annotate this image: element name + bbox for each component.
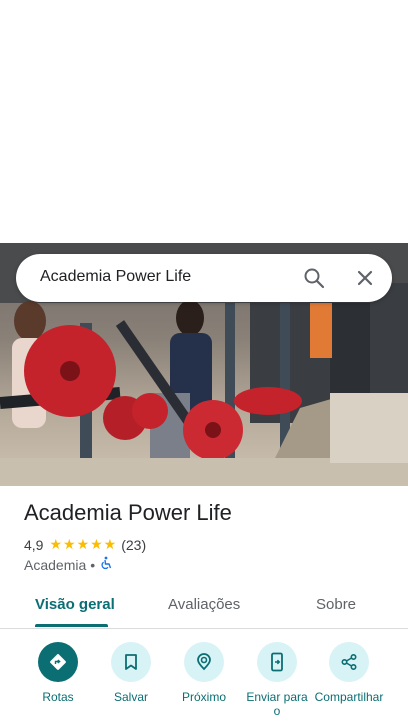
search-icon[interactable] [302, 266, 326, 290]
send-to-phone-icon [257, 642, 297, 682]
bookmark-icon [111, 642, 151, 682]
map-blank-area [0, 0, 408, 243]
search-input[interactable]: Academia Power Life [40, 268, 191, 286]
close-icon[interactable] [353, 266, 377, 290]
nearby-icon [184, 642, 224, 682]
nearby-button[interactable]: Próximo [164, 642, 244, 704]
nearby-label: Próximo [181, 690, 226, 704]
separator: • [90, 556, 96, 573]
tab-reviews[interactable]: Avaliações [168, 596, 240, 613]
tab-about[interactable]: Sobre [316, 596, 356, 613]
place-tabs: Visão geral Avaliações Sobre [0, 585, 408, 629]
review-count[interactable]: (23) [121, 537, 146, 553]
directions-label: Rotas [42, 690, 74, 704]
star-rating-icon: ★★★★★ [49, 536, 118, 552]
wheelchair-accessible-icon [99, 556, 113, 573]
category-row: Academia • [24, 556, 113, 573]
send-to-phone-button[interactable]: Enviar para o [237, 642, 317, 718]
save-button[interactable]: Salvar [91, 642, 171, 704]
tab-overview[interactable]: Visão geral [35, 596, 115, 613]
active-tab-indicator [35, 624, 108, 627]
place-title: Academia Power Life [24, 500, 232, 525]
share-label: Compartilhar [314, 690, 384, 704]
share-button[interactable]: Compartilhar [309, 642, 389, 704]
directions-icon [38, 642, 78, 682]
share-icon [329, 642, 369, 682]
save-label: Salvar [113, 690, 148, 704]
directions-button[interactable]: Rotas [18, 642, 98, 704]
rating-value: 4,9 [24, 536, 44, 553]
rating-row[interactable]: 4,9 ★★★★★ (23) [24, 536, 146, 553]
search-bar[interactable]: Academia Power Life [16, 254, 392, 302]
send-to-phone-label: Enviar para o [246, 690, 308, 718]
place-category: Academia [24, 556, 87, 573]
